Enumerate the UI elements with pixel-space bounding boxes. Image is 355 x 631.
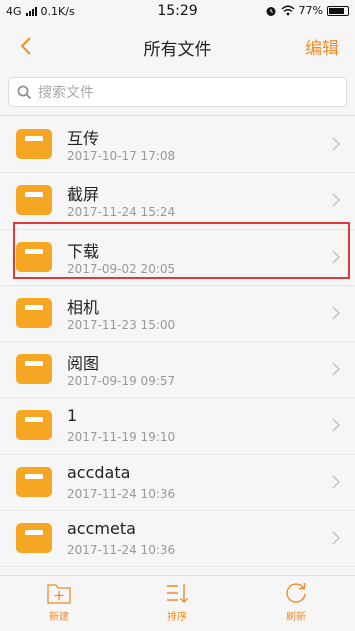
search-placeholder: 搜索文件	[38, 85, 94, 101]
file-item[interactable]: 互传 2017-10-17 17:08	[0, 117, 355, 174]
file-list: 互传 2017-10-17 17:08 截屏 2017-11-24 15:24 …	[0, 117, 355, 575]
chevron-right-icon	[332, 475, 341, 489]
file-name: accdata	[67, 462, 131, 482]
chevron-right-icon	[332, 137, 341, 151]
chevron-right-icon	[332, 306, 341, 320]
file-date: 2017-11-24 10:36	[67, 486, 176, 501]
folder-icon	[16, 297, 52, 328]
refresh-label: 刷新	[286, 612, 306, 623]
folder-icon	[16, 185, 52, 216]
file-date: 2017-11-23 15:00	[67, 317, 176, 332]
folder-icon	[16, 466, 52, 497]
search-input[interactable]: 搜索文件	[8, 77, 347, 107]
chevron-right-icon	[332, 531, 341, 545]
nav-bar: 所有文件 编辑	[0, 24, 355, 68]
search-icon	[17, 85, 32, 99]
sort-button[interactable]: 排序	[147, 581, 207, 629]
file-item[interactable]: accmeta 2017-11-24 10:36	[0, 511, 355, 568]
file-date: 2017-11-24 10:36	[67, 543, 176, 558]
file-name: 互传	[67, 129, 100, 148]
folder-icon	[16, 523, 52, 554]
file-name: 相机	[67, 297, 100, 317]
file-date: 2017-11-24 15:24	[67, 205, 176, 220]
refresh-icon	[286, 583, 306, 603]
file-date: 2017-11-19 19:10	[67, 430, 176, 445]
new-label: 新建	[49, 612, 69, 623]
new-folder-button[interactable]: 新建	[29, 581, 89, 629]
file-item[interactable]: 阅图 2017-09-19 09:57	[0, 342, 355, 399]
chevron-right-icon	[332, 250, 341, 264]
edit-button[interactable]: 编辑	[305, 34, 339, 59]
status-bar: 4G 0.1K/s 15:29 77%	[0, 0, 355, 24]
page-title: 所有文件	[143, 40, 212, 60]
bottom-toolbar: 新建 排序 刷新	[0, 575, 355, 631]
file-item[interactable]: 下载 2017-09-02 20:05	[0, 230, 355, 286]
folder-icon	[16, 354, 52, 385]
file-item[interactable]: 1 2017-11-19 19:10	[0, 398, 355, 455]
folder-icon	[16, 129, 52, 159]
file-name: 1	[67, 406, 78, 426]
file-name: 阅图	[67, 354, 100, 374]
battery-percent: 77%	[298, 4, 323, 17]
file-name: 下载	[67, 241, 100, 261]
sort-icon	[167, 584, 188, 603]
file-item-partial[interactable]	[0, 567, 355, 575]
status-right: 77%	[265, 4, 349, 17]
refresh-button[interactable]: 刷新	[266, 581, 326, 629]
chevron-right-icon	[332, 193, 341, 207]
new-folder-icon	[47, 584, 71, 604]
search-bar: 搜索文件	[0, 68, 355, 116]
file-name: accmeta	[67, 519, 136, 539]
file-item[interactable]: 相机 2017-11-23 15:00	[0, 286, 355, 343]
wifi-icon	[281, 5, 295, 16]
chevron-right-icon	[332, 362, 341, 376]
alarm-icon	[266, 6, 276, 16]
file-date: 2017-09-19 09:57	[67, 374, 176, 389]
file-item[interactable]: 截屏 2017-11-24 15:24	[0, 173, 355, 230]
file-date: 2017-09-02 20:05	[67, 261, 176, 276]
chevron-left-icon	[20, 37, 31, 55]
file-date: 2017-10-17 17:08	[67, 149, 176, 163]
battery-icon	[327, 5, 349, 16]
file-item[interactable]: accdata 2017-11-24 10:36	[0, 455, 355, 512]
file-name: 截屏	[67, 185, 100, 205]
back-button[interactable]	[12, 32, 40, 60]
chevron-right-icon	[332, 418, 341, 433]
folder-icon	[16, 410, 52, 441]
folder-icon	[16, 241, 52, 272]
sort-label: 排序	[167, 612, 187, 623]
